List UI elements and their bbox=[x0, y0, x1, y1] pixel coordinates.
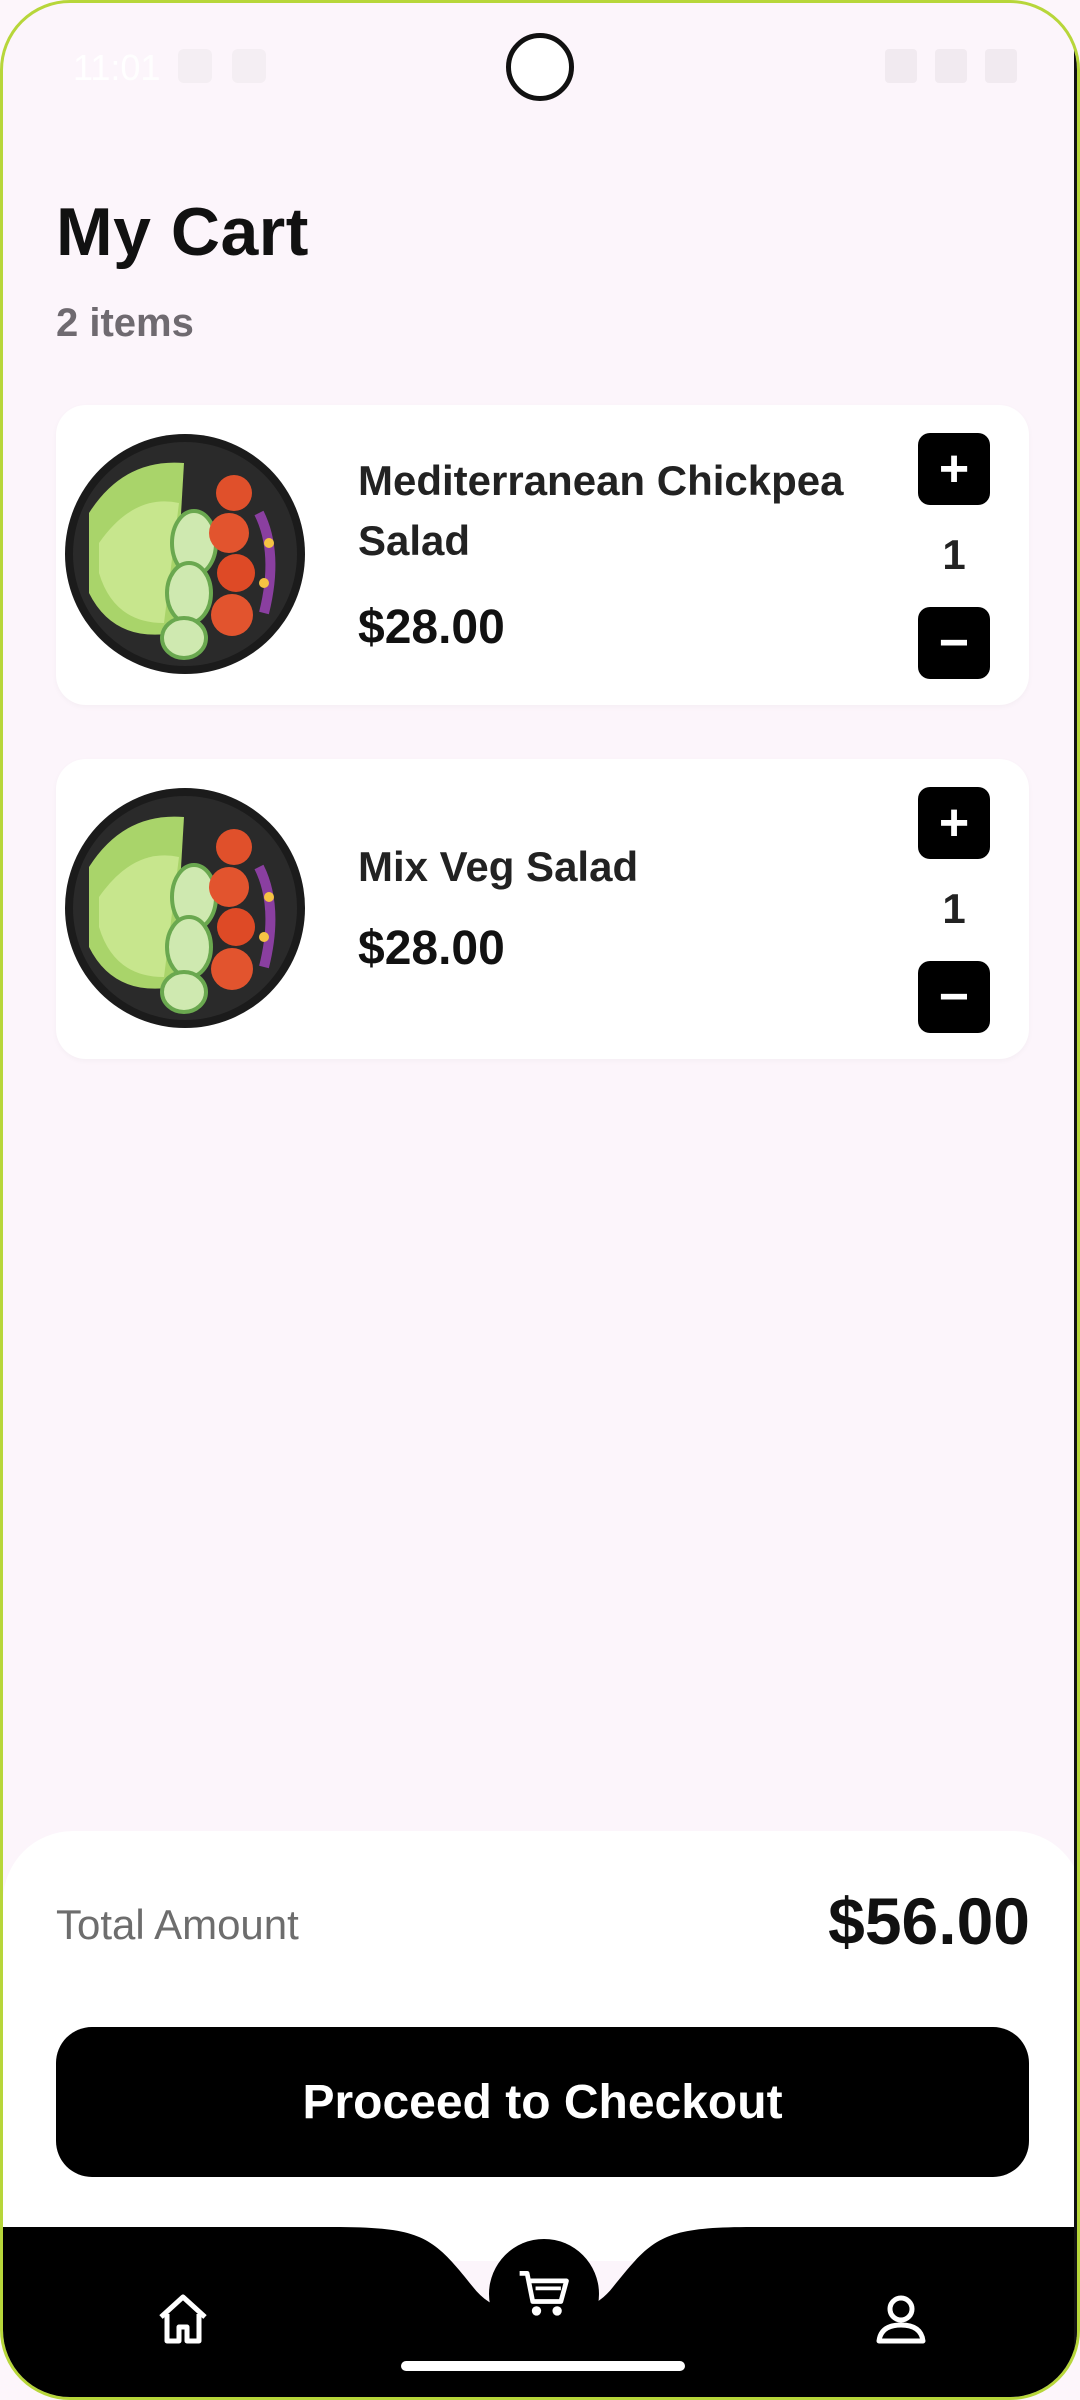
nav-profile-button[interactable] bbox=[869, 2287, 933, 2351]
page-title: My Cart bbox=[56, 194, 309, 270]
total-amount-value: $56.00 bbox=[828, 1884, 1030, 1958]
status-bar: 11:01 bbox=[3, 3, 1077, 133]
salad-bowl-image bbox=[65, 434, 305, 674]
checkout-summary-panel: Total Amount $56.00 Proceed to Checkout bbox=[3, 1831, 1077, 2261]
sd-card-icon bbox=[232, 49, 266, 83]
proceed-to-checkout-button[interactable]: Proceed to Checkout bbox=[56, 2027, 1029, 2177]
status-right-icons bbox=[885, 49, 1017, 83]
home-indicator[interactable] bbox=[401, 2361, 685, 2371]
cart-item-card: Mediterranean Chickpea Salad $28.00 + 1 … bbox=[56, 405, 1029, 705]
signal-icon bbox=[935, 49, 967, 83]
bottom-navigation-bar bbox=[3, 2227, 1077, 2397]
item-name: Mix Veg Salad bbox=[358, 843, 639, 890]
cart-item-card: Mix Veg Salad $28.00 + 1 − bbox=[56, 759, 1029, 1059]
total-amount-label: Total Amount bbox=[56, 1901, 299, 1948]
increase-quantity-button[interactable]: + bbox=[918, 433, 990, 505]
home-icon bbox=[159, 2294, 207, 2344]
cart-icon bbox=[519, 2271, 569, 2316]
item-name: Mediterranean Chickpea Salad bbox=[358, 457, 844, 564]
status-time: 11:01 bbox=[73, 47, 161, 88]
salad-bowl-image bbox=[65, 788, 305, 1028]
status-left-icons bbox=[178, 49, 266, 83]
nav-home-button[interactable] bbox=[151, 2287, 215, 2351]
item-price: $28.00 bbox=[358, 922, 505, 975]
item-price: $28.00 bbox=[358, 601, 505, 654]
nav-cart-button[interactable] bbox=[489, 2239, 599, 2349]
profile-icon bbox=[876, 2295, 926, 2344]
decrease-quantity-button[interactable]: − bbox=[918, 607, 990, 679]
wifi-icon bbox=[885, 49, 917, 83]
item-quantity: 1 bbox=[942, 531, 966, 578]
increase-quantity-button[interactable]: + bbox=[918, 787, 990, 859]
front-camera bbox=[506, 33, 574, 101]
decrease-quantity-button[interactable]: − bbox=[918, 961, 990, 1033]
vpn-icon bbox=[178, 49, 212, 83]
item-quantity: 1 bbox=[942, 885, 966, 932]
battery-icon bbox=[985, 49, 1017, 83]
cart-item-count: 2 items bbox=[56, 301, 194, 345]
phone-screen: 11:01 My Cart 2 items Mediterranean Chic… bbox=[0, 0, 1080, 2400]
